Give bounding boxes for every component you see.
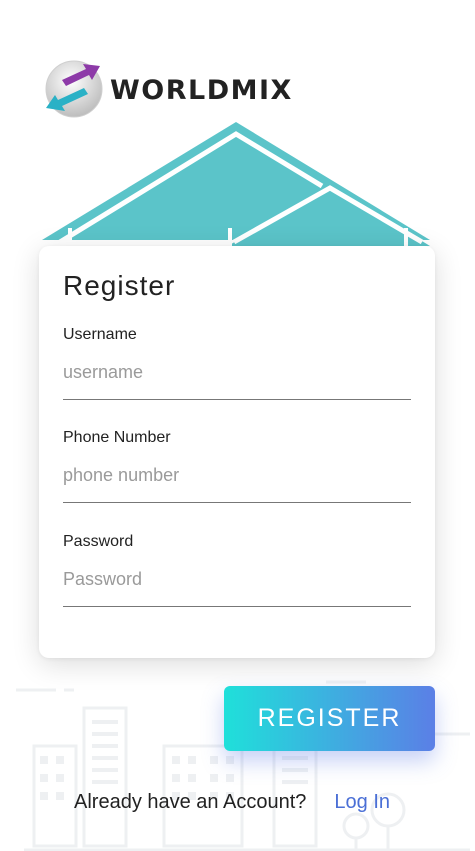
form-title: Register xyxy=(63,270,176,301)
username-field: Username xyxy=(63,326,411,400)
password-field: Password xyxy=(63,533,411,607)
password-label: Password xyxy=(63,533,134,550)
username-input[interactable] xyxy=(63,362,411,400)
username-label: Username xyxy=(63,326,137,343)
phone-input[interactable] xyxy=(63,465,411,503)
brand-logo: WORLDMIX xyxy=(42,60,293,120)
roof-illustration xyxy=(42,122,430,246)
login-link[interactable]: Log In xyxy=(334,791,390,814)
register-button[interactable]: REGISTER xyxy=(224,686,435,751)
worldmix-logo-icon xyxy=(45,60,103,118)
brand-name: WORLDMIX xyxy=(110,74,293,106)
phone-field: Phone Number xyxy=(63,429,411,503)
login-prompt-text: Already have an Account? xyxy=(74,791,307,813)
register-card: Register Username Phone Number Password xyxy=(39,246,435,658)
phone-label: Phone Number xyxy=(63,429,171,446)
login-prompt: Already have an Account? Log In xyxy=(74,791,390,814)
password-input[interactable] xyxy=(63,569,411,607)
